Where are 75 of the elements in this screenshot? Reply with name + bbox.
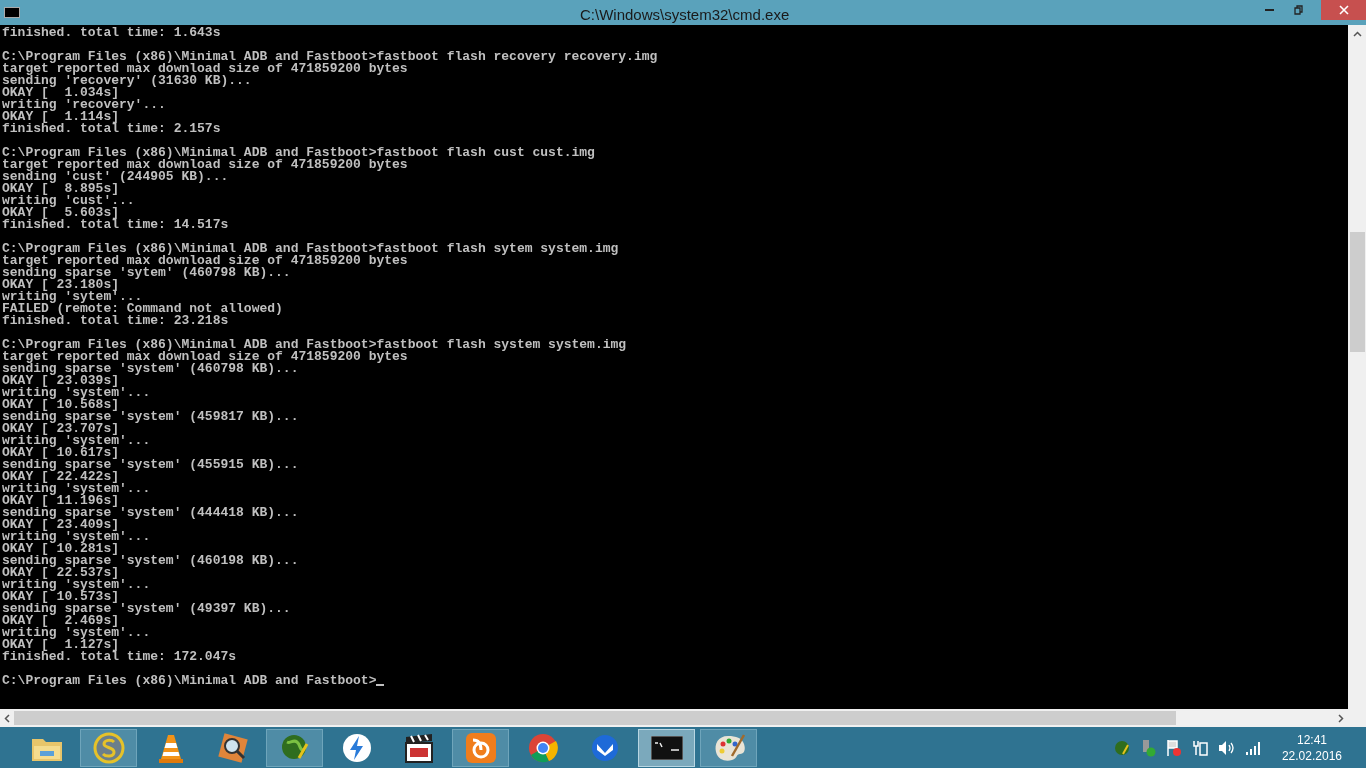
scroll-thumb[interactable] — [14, 711, 1176, 725]
console-line: sending sparse 'system' (444418 KB)... — [2, 507, 299, 519]
console-line: OKAY [ 23.409s] — [2, 519, 120, 531]
console-line: C:\Program Files (x86)\Minimal ADB and Fastboot>fastboot flash recovery recovery.img — [2, 51, 658, 63]
console-line: sending 'cust' (244905 KB)... — [2, 171, 229, 183]
window-title: C:\Windows\system32\cmd.exe — [580, 5, 790, 25]
scroll-thumb[interactable] — [1349, 232, 1365, 352]
console-line: OKAY [ 10.281s] — [2, 543, 120, 555]
console-line: OKAY [ 22.422s] — [2, 471, 120, 483]
globe-icon[interactable] — [1113, 739, 1130, 756]
console-line: OKAY [ 10.573s] — [2, 591, 120, 603]
console-line: writing 'system'... — [2, 579, 151, 591]
console-line: C:\Program Files (x86)\Minimal ADB and Fastboot>fastboot flash system system.img — [2, 339, 627, 351]
speaker-icon[interactable] — [1217, 739, 1236, 756]
console-line: target reported max download size of 471859200 bytes — [2, 255, 408, 267]
console-line: target reported max download size of 471859200 bytes — [2, 63, 408, 75]
console-line: sending sparse 'system' (49397 KB)... — [2, 603, 291, 615]
text-cursor — [376, 684, 385, 686]
console-line: C:\Program Files (x86)\Minimal ADB and Fastboot>fastboot flash cust cust.img — [2, 147, 595, 159]
console-line: finished. total time: 14.517s — [2, 219, 229, 231]
console-line: writing 'system'... — [2, 435, 151, 447]
console-line: target reported max download size of 471859200 bytes — [2, 159, 408, 171]
scroll-up-icon[interactable] — [1352, 31, 1362, 37]
console-line: OKAY [ 1.034s] — [2, 87, 120, 99]
console-line: finished. total time: 172.047s — [2, 651, 237, 663]
console-line: writing 'system'... — [2, 531, 151, 543]
horizontal-scrollbar[interactable] — [0, 709, 1366, 727]
console-line: OKAY [ 1.127s] — [2, 639, 120, 651]
console-line: OKAY [ 23.707s] — [2, 423, 120, 435]
letter-s-logo-icon — [92, 731, 125, 764]
console-line: OKAY [ 23.039s] — [2, 375, 120, 387]
flag-error-icon[interactable] — [1165, 738, 1182, 757]
terminal-icon — [4, 7, 20, 18]
console-line: OKAY [ 2.469s] — [2, 615, 120, 627]
signal-bars-icon[interactable] — [1245, 740, 1262, 755]
console-line: writing 'system'... — [2, 627, 151, 639]
vertical-scrollbar[interactable] — [1348, 25, 1366, 709]
scroll-left-icon[interactable] — [4, 713, 10, 723]
console-line: writing 'sytem'... — [2, 291, 143, 303]
console-line: OKAY [ 5.603s] — [2, 207, 120, 219]
console-line: C:\Program Files (x86)\Minimal ADB and Fastboot>fastboot flash sytem system.img — [2, 243, 619, 255]
console-line: sending sparse 'system' (455915 KB)... — [2, 459, 299, 471]
console-line: OKAY [ 23.180s] — [2, 279, 120, 291]
browser-logo-icon — [526, 731, 559, 764]
console-line: sending sparse 'sytem' (460798 KB)... — [2, 267, 291, 279]
console-line: OKAY [ 11.196s] — [2, 495, 120, 507]
close-button[interactable] — [1321, 0, 1366, 20]
console-line: OKAY [ 10.617s] — [2, 447, 120, 459]
clapperboard-icon — [402, 731, 435, 764]
console-line: OKAY [ 8.895s] — [2, 183, 120, 195]
lightning-icon — [340, 731, 373, 764]
console-line: writing 'recovery'... — [2, 99, 166, 111]
console-line: writing 'cust'... — [2, 195, 135, 207]
taskbar-button[interactable] — [638, 728, 695, 767]
shield-logo-icon — [589, 732, 620, 763]
clock[interactable]: 12:41 22.02.2016 — [1281, 731, 1342, 764]
console-line: finished. total time: 23.218s — [2, 315, 229, 327]
console-line: writing 'system'... — [2, 387, 151, 399]
console-line: FAILED (remote: Command not allowed) — [2, 303, 283, 315]
console-line: finished. total time: 2.157s — [2, 123, 221, 135]
console-line: sending sparse 'system' (460198 KB)... — [2, 555, 299, 567]
restore-icon — [1293, 5, 1303, 15]
console-line: target reported max download size of 471859200 bytes — [2, 351, 408, 363]
console-line: OKAY [ 22.537s] — [2, 567, 120, 579]
console-line: finished. total time: 1.643s — [2, 27, 221, 39]
terminal-icon — [650, 735, 683, 760]
command-prompt: C:\Program Files (x86)\Minimal ADB and Fastboot> — [2, 675, 377, 687]
scroll-right-icon[interactable] — [1338, 713, 1344, 723]
console-line: sending 'recovery' (31630 KB)... — [2, 75, 252, 87]
close-icon — [1338, 5, 1349, 15]
console-line: sending sparse 'system' (459817 KB)... — [2, 411, 299, 423]
console-line: OKAY [ 10.568s] — [2, 399, 120, 411]
console-line: OKAY [ 1.114s] — [2, 111, 120, 123]
console-line: writing 'system'... — [2, 483, 151, 495]
console-line: sending sparse 'system' (460798 KB)... — [2, 363, 299, 375]
